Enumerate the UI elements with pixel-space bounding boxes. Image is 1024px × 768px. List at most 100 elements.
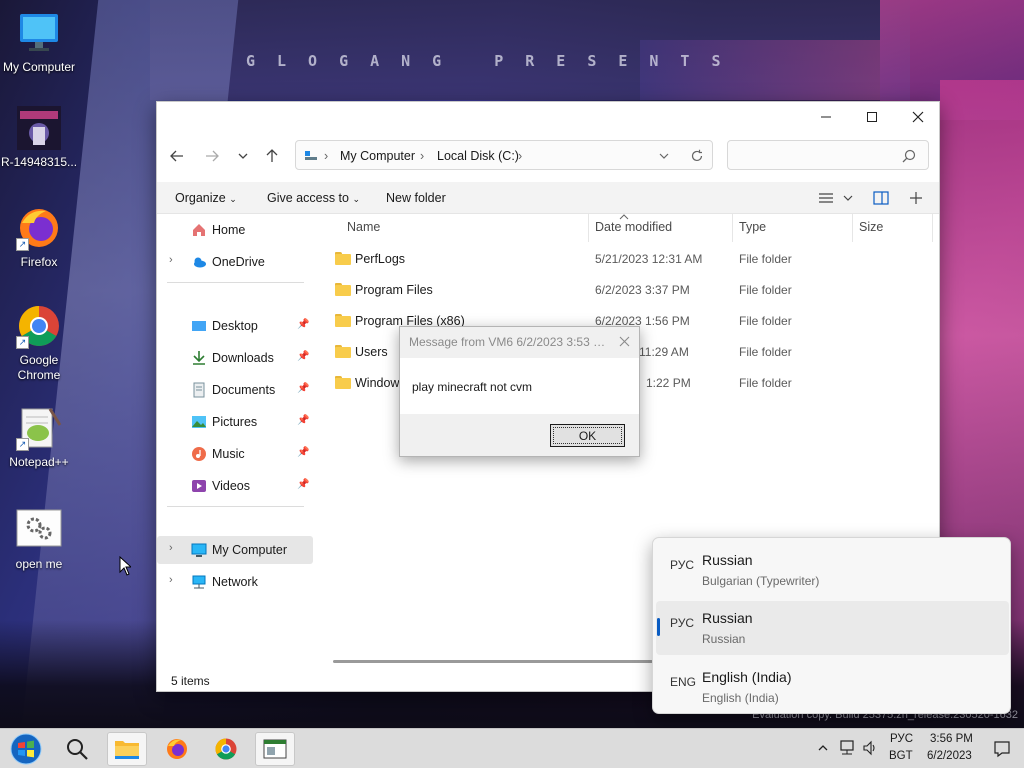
desktop-icon-open-me[interactable]: open me <box>0 507 78 572</box>
refresh-icon[interactable] <box>690 149 704 163</box>
recent-locations-button[interactable] <box>231 144 255 168</box>
sidebar-item-documents[interactable]: Documents 📌 <box>157 376 313 404</box>
firefox-icon: ↗ <box>16 205 62 251</box>
table-row[interactable]: Program Files 6/2/2023 3:37 PM File fold… <box>317 275 939 305</box>
notification-center-icon[interactable] <box>993 740 1011 758</box>
pin-icon[interactable]: 📌 <box>297 479 309 490</box>
image-thumbnail-icon <box>16 105 62 151</box>
desktop-icon-firefox[interactable]: ↗ Firefox <box>0 205 78 270</box>
back-button[interactable] <box>165 144 189 168</box>
monitor-icon <box>191 543 207 557</box>
sidebar-item-label: Desktop <box>212 319 258 333</box>
command-bar: Organize ⌄ Give access to ⌄ New folder <box>157 182 939 214</box>
mouse-cursor-icon <box>119 556 131 576</box>
sidebar-item-music[interactable]: Music 📌 <box>157 440 313 468</box>
desktop-icon-chrome[interactable]: ↗ Google Chrome <box>0 303 78 383</box>
minimize-button[interactable] <box>803 102 849 132</box>
column-divider[interactable] <box>852 214 853 242</box>
address-history-chevron-icon[interactable] <box>658 151 670 161</box>
sidebar-item-network[interactable]: › Network <box>157 568 313 596</box>
forward-button[interactable] <box>200 144 224 168</box>
show-hidden-icons-chevron-icon[interactable] <box>818 744 828 752</box>
taskbar-file-explorer[interactable] <box>107 732 147 766</box>
home-icon <box>193 224 205 236</box>
search-button[interactable] <box>57 732 97 766</box>
column-divider[interactable] <box>588 214 589 242</box>
sidebar-item-label: Network <box>212 575 258 589</box>
address-bar[interactable]: › My Computer › Local Disk (C:) › <box>295 140 713 170</box>
keyboard-layout: English (India) <box>702 691 779 705</box>
search-input[interactable] <box>727 140 929 170</box>
pin-icon[interactable]: 📌 <box>297 383 309 394</box>
sidebar-item-videos[interactable]: Videos 📌 <box>157 472 313 500</box>
desktop-icon-my-computer[interactable]: My Computer <box>0 10 78 75</box>
music-icon <box>192 447 206 461</box>
ok-button[interactable]: OK <box>550 424 625 447</box>
desktop-icon-label: R-14948315... <box>0 155 78 169</box>
file-name: PerfLogs <box>355 252 406 266</box>
start-button[interactable] <box>6 732 46 766</box>
column-divider[interactable] <box>932 214 933 242</box>
folder-icon <box>115 741 139 759</box>
chrome-icon: ↗ <box>16 303 62 349</box>
taskbar-chrome[interactable] <box>206 732 246 766</box>
volume-icon[interactable] <box>862 740 878 756</box>
clock-time[interactable]: 3:56 PM <box>930 733 973 745</box>
preview-pane-icon[interactable] <box>873 191 889 205</box>
horizontal-scrollbar[interactable] <box>333 660 653 663</box>
breadcrumb-my-computer[interactable]: My Computer <box>340 149 415 163</box>
column-divider[interactable] <box>732 214 733 242</box>
breadcrumb-separator-icon: › <box>420 149 425 163</box>
organize-label: Organize <box>175 191 226 205</box>
keyboard-layout: Russian <box>702 632 746 646</box>
pin-icon[interactable]: 📌 <box>297 447 309 458</box>
taskbar-firefox[interactable] <box>157 732 197 766</box>
breadcrumb-local-disk[interactable]: Local Disk (C:) <box>437 149 519 163</box>
column-header-name[interactable]: Name <box>347 220 380 244</box>
organize-button[interactable]: Organize ⌄ <box>175 191 237 205</box>
sidebar-item-pictures[interactable]: Pictures 📌 <box>157 408 313 436</box>
add-icon[interactable] <box>909 191 923 205</box>
sidebar-item-downloads[interactable]: Downloads 📌 <box>157 344 313 372</box>
view-details-icon[interactable] <box>818 192 834 204</box>
picture-icon <box>192 416 206 428</box>
sidebar-item-my-computer[interactable]: › My Computer <box>157 536 313 564</box>
desktop-icon-notepadpp[interactable]: ↗ Notepad++ <box>0 405 78 470</box>
language-option-selected[interactable]: РУС Russian Russian <box>656 601 1009 655</box>
sidebar-item-home[interactable]: Home <box>157 216 313 244</box>
firefox-icon <box>167 739 187 759</box>
close-button[interactable] <box>895 102 941 132</box>
input-language-code[interactable]: РУС <box>890 733 913 745</box>
keyboard-layout-code[interactable]: BGT <box>889 750 913 762</box>
pin-icon[interactable]: 📌 <box>297 415 309 426</box>
file-type: File folder <box>739 252 792 266</box>
table-row[interactable]: PerfLogs 5/21/2023 12:31 AM File folder <box>317 244 939 274</box>
sidebar-item-onedrive[interactable]: › OneDrive <box>157 248 313 276</box>
column-header-type[interactable]: Type <box>739 220 766 244</box>
folder-icon <box>335 345 351 358</box>
column-header-size[interactable]: Size <box>859 220 883 244</box>
window-titlebar[interactable] <box>157 102 939 132</box>
taskbar-message-window[interactable] <box>255 732 295 766</box>
sidebar-item-desktop[interactable]: Desktop 📌 <box>157 312 313 340</box>
language-option[interactable]: РУС Russian Bulgarian (Typewriter) <box>656 543 1009 597</box>
chevron-down-icon[interactable] <box>843 194 853 202</box>
wallpaper-title: GLOGANG PRESENTS <box>246 52 743 70</box>
up-button[interactable] <box>260 144 284 168</box>
navigation-pane: Home › OneDrive Desktop 📌 Downloads 📌 Do… <box>157 214 315 669</box>
keyboard-layout: Bulgarian (Typewriter) <box>702 574 820 588</box>
maximize-button[interactable] <box>849 102 895 132</box>
network-icon <box>192 575 206 589</box>
language-name: Russian <box>702 610 753 626</box>
give-access-button[interactable]: Give access to ⌄ <box>267 191 360 205</box>
desktop-icon-image-file[interactable]: R-14948315... <box>0 105 78 170</box>
close-icon[interactable] <box>619 336 630 347</box>
column-header-date[interactable]: Date modified <box>595 220 672 244</box>
language-option[interactable]: ENG English (India) English (India) <box>656 660 1009 714</box>
file-type: File folder <box>739 283 792 297</box>
clock-date[interactable]: 6/2/2023 <box>927 750 972 762</box>
new-folder-button[interactable]: New folder <box>386 191 446 205</box>
pin-icon[interactable]: 📌 <box>297 351 309 362</box>
pin-icon[interactable]: 📌 <box>297 319 309 330</box>
network-status-icon[interactable] <box>838 739 856 757</box>
